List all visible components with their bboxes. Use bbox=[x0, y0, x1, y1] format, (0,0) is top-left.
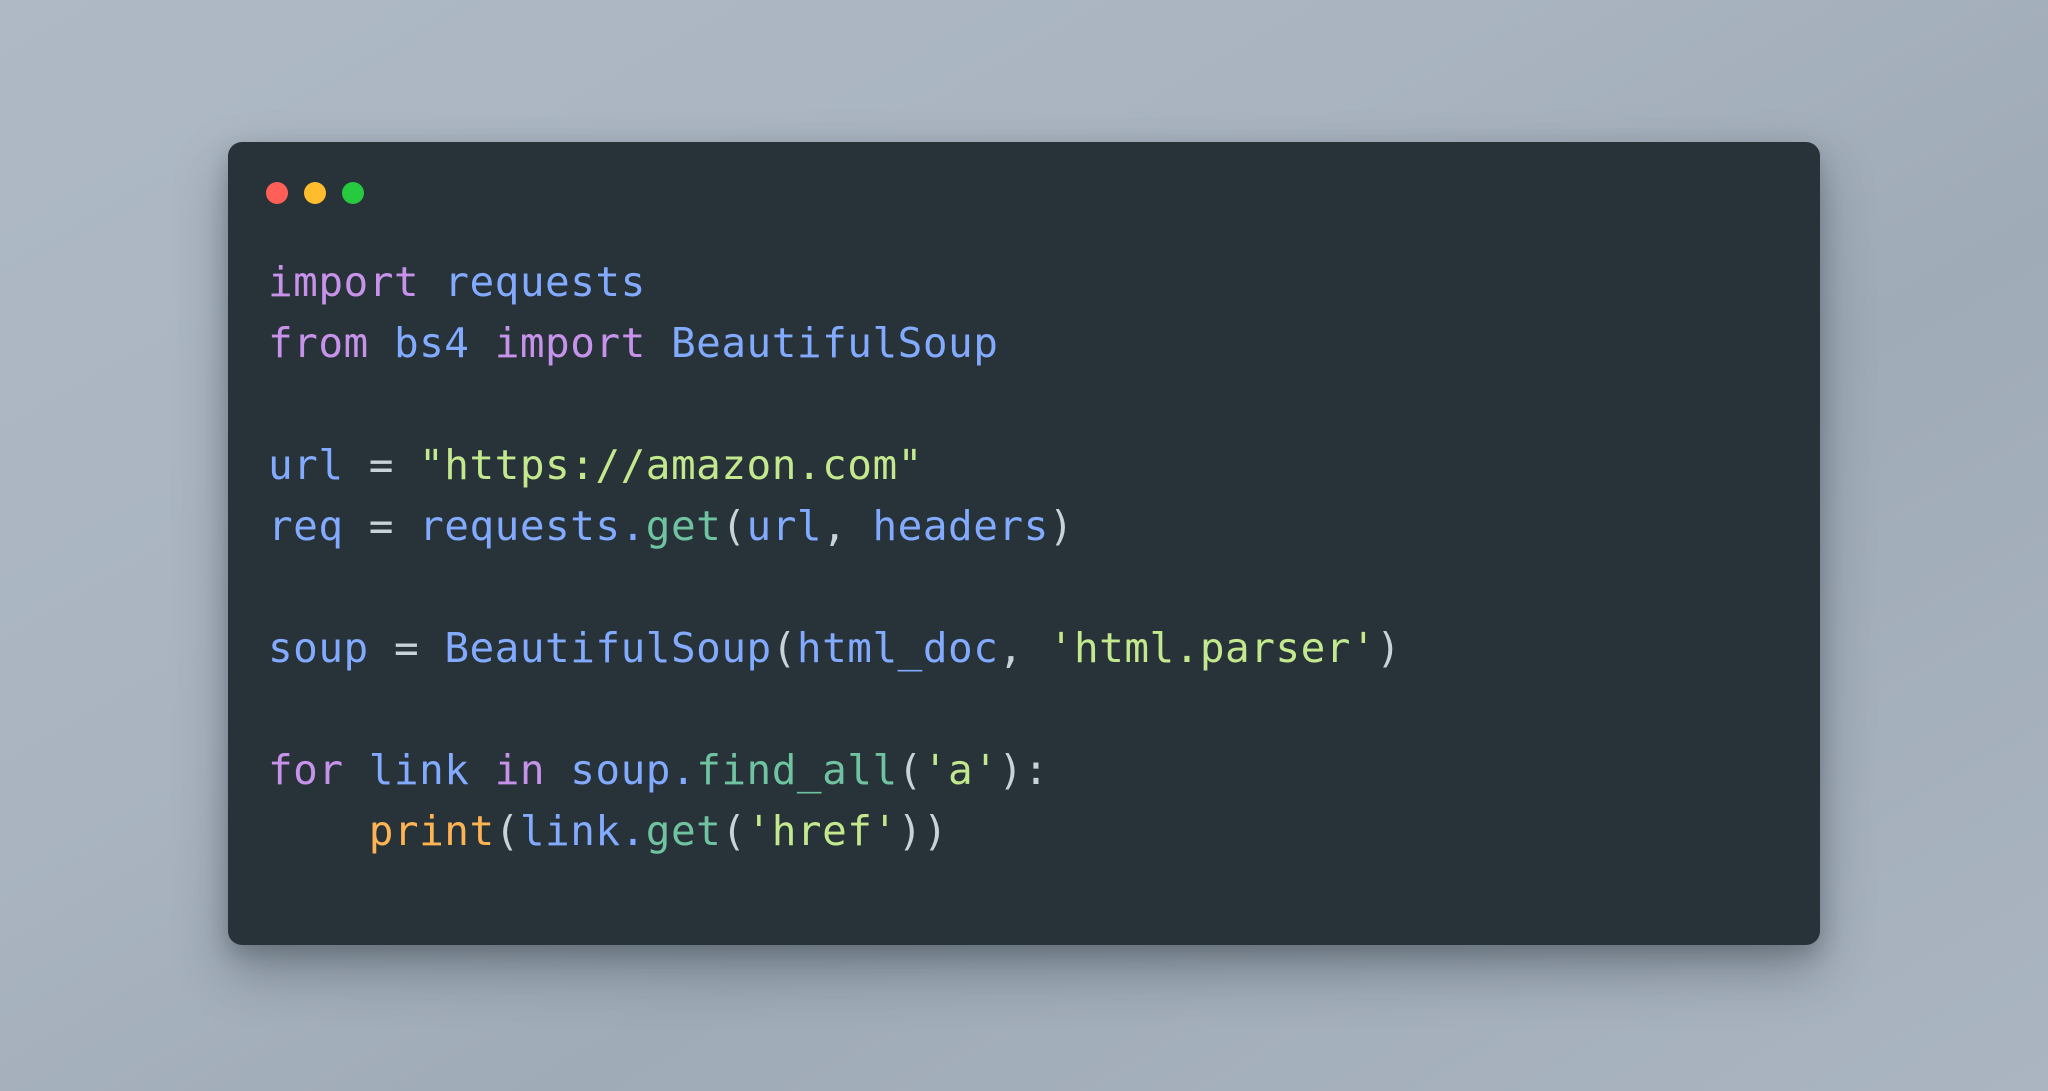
code-token-keyword: import bbox=[494, 319, 646, 367]
code-token-punctuation: ) bbox=[897, 807, 923, 855]
code-token-keyword: for bbox=[268, 746, 344, 794]
code-token-keyword: from bbox=[268, 319, 369, 367]
code-token-punctuation: ( bbox=[721, 502, 747, 550]
code-token-builtin: print bbox=[368, 807, 495, 855]
code-token-string: 'a' bbox=[922, 746, 999, 794]
code-token-variable: soup bbox=[268, 624, 369, 672]
code-token-variable: . bbox=[620, 807, 646, 855]
close-button[interactable] bbox=[266, 182, 288, 204]
code-token-variable: soup bbox=[570, 746, 671, 794]
screenshot-stage: import requests from bs4 import Beautifu… bbox=[0, 0, 2048, 1091]
code-token-variable: . bbox=[671, 746, 697, 794]
window-titlebar bbox=[266, 182, 364, 204]
code-token-variable: url bbox=[746, 502, 823, 550]
python-code-block[interactable]: import requests from bs4 import Beautifu… bbox=[268, 252, 1790, 862]
code-token-keyword: in bbox=[494, 746, 546, 794]
code-token-variable: link bbox=[368, 746, 470, 794]
code-token-string: 'html.parser' bbox=[1048, 624, 1377, 672]
code-token-function: find_all bbox=[696, 746, 898, 794]
code-snippet-window: import requests from bs4 import Beautifu… bbox=[228, 142, 1820, 945]
code-token-punctuation: ) bbox=[922, 807, 949, 855]
code-line: soup = BeautifulSoup(html_doc, 'html.par… bbox=[268, 618, 1790, 679]
code-token-punctuation: : bbox=[1023, 746, 1049, 794]
code-line: print(link.get('href')) bbox=[268, 801, 1790, 862]
code-token-keyword: import bbox=[268, 258, 420, 306]
code-token-punctuation: ) bbox=[998, 746, 1024, 794]
code-token-punctuation: = bbox=[393, 624, 420, 672]
code-token-variable: url bbox=[268, 441, 344, 489]
code-token-variable: link bbox=[519, 807, 621, 855]
code-token-string: "https://amazon.com" bbox=[419, 441, 923, 489]
code-line: from bs4 import BeautifulSoup bbox=[268, 313, 1790, 374]
code-line: for link in soup.find_all('a'): bbox=[268, 740, 1790, 801]
code-token-punctuation: ( bbox=[494, 807, 520, 855]
code-token-punctuation: ( bbox=[721, 807, 747, 855]
code-token-variable: . bbox=[620, 502, 646, 550]
code-token-punctuation: ) bbox=[1376, 624, 1402, 672]
code-token-punctuation: ( bbox=[897, 746, 923, 794]
code-token-variable: headers bbox=[872, 502, 1049, 550]
code-token-string: 'href' bbox=[746, 807, 898, 855]
code-token-variable: req bbox=[268, 502, 344, 550]
code-token-variable: html_doc bbox=[796, 624, 999, 672]
code-editor-area[interactable]: import requests from bs4 import Beautifu… bbox=[268, 252, 1790, 925]
code-line: url = "https://amazon.com" bbox=[268, 435, 1790, 496]
code-line: import requests bbox=[268, 252, 1790, 313]
code-line: req = requests.get(url, headers) bbox=[268, 496, 1790, 557]
code-token-variable: requests bbox=[419, 502, 621, 550]
code-token-variable: BeautifulSoup bbox=[444, 624, 772, 672]
code-token-punctuation: = bbox=[368, 441, 394, 489]
code-token-variable: BeautifulSoup bbox=[670, 319, 999, 367]
code-token-punctuation: = bbox=[368, 502, 394, 550]
code-token-punctuation: , bbox=[998, 624, 1024, 672]
code-token-variable: bs4 bbox=[393, 319, 470, 367]
code-token-punctuation: ) bbox=[1048, 502, 1074, 550]
code-token-variable: requests bbox=[444, 258, 646, 306]
maximize-button[interactable] bbox=[342, 182, 364, 204]
code-token-punctuation: , bbox=[822, 502, 848, 550]
code-token-punctuation: ( bbox=[771, 624, 797, 672]
code-token-function: get bbox=[645, 807, 722, 855]
minimize-button[interactable] bbox=[304, 182, 326, 204]
code-token-function: get bbox=[645, 502, 722, 550]
